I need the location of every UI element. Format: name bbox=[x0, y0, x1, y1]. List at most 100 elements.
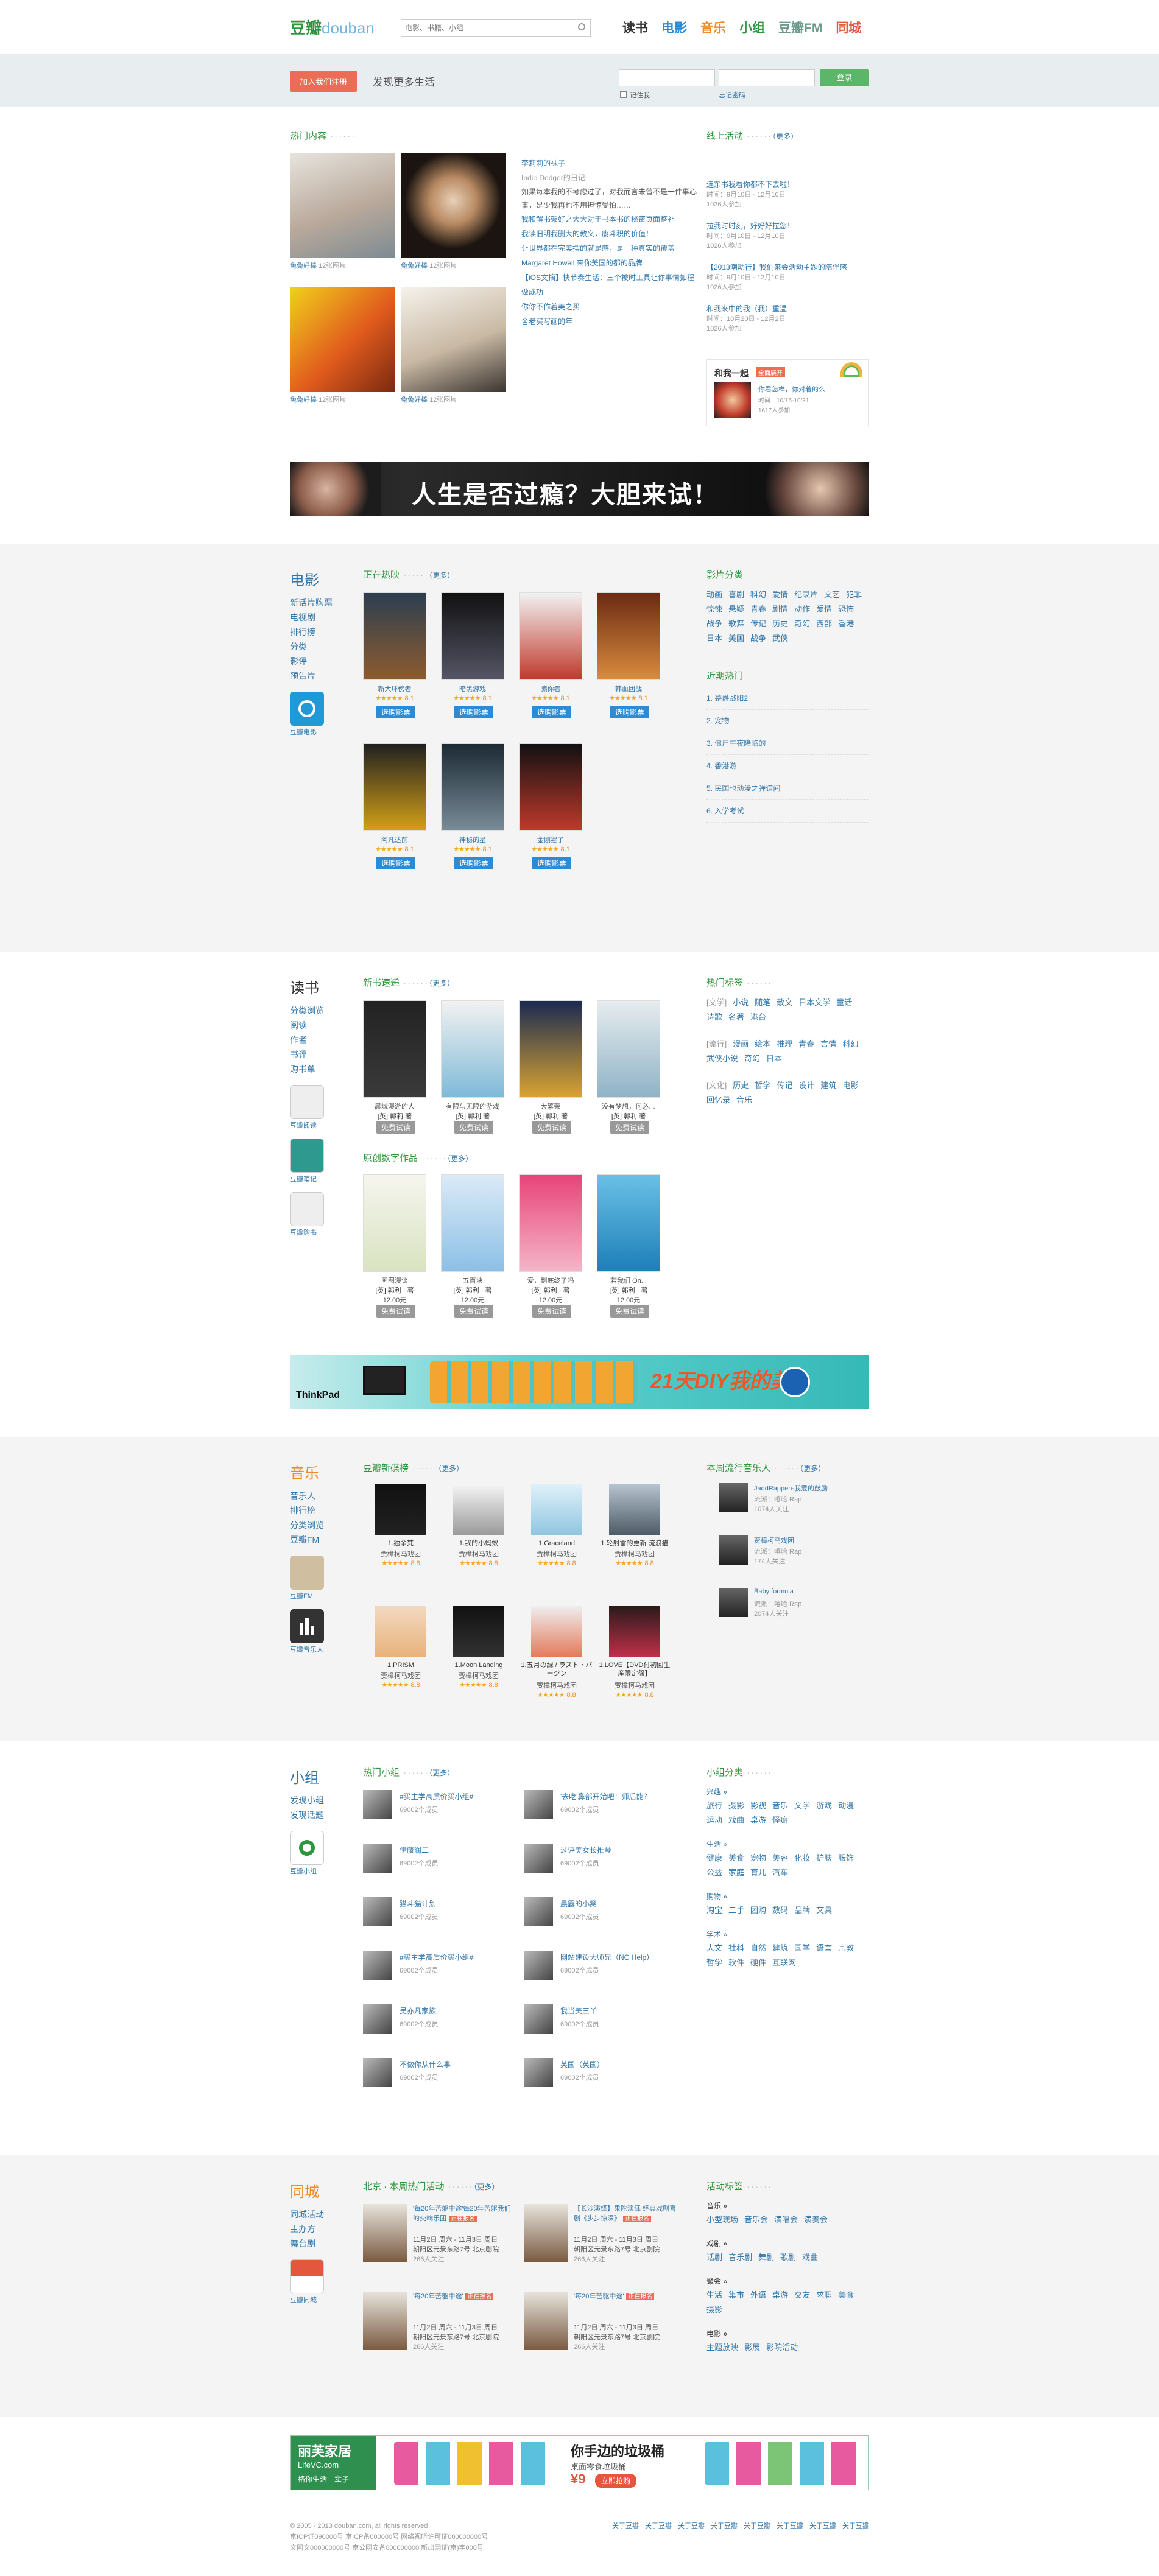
movie-cat[interactable]: 动作 bbox=[794, 602, 810, 617]
side-link[interactable]: 排行榜 bbox=[290, 1503, 324, 1518]
album-name[interactable]: 1.独余梵 bbox=[363, 1539, 439, 1548]
search-box[interactable] bbox=[401, 19, 591, 37]
city-event-poster[interactable] bbox=[363, 2292, 407, 2350]
movie-hot-item[interactable]: 2. 宠物 bbox=[706, 710, 869, 732]
group-cat[interactable]: 建筑 bbox=[772, 1941, 788, 1956]
film-poster[interactable] bbox=[519, 743, 582, 831]
book-app-label[interactable]: 豆瓣笔记 bbox=[290, 1174, 324, 1184]
movie-hot-item[interactable]: 6. 入学考试 bbox=[706, 800, 869, 823]
promo-line[interactable]: 你看怎样，你对着的么 bbox=[758, 384, 825, 394]
city-tag[interactable]: 音乐会 bbox=[744, 2213, 768, 2227]
group-name[interactable]: 不做你从什么事 bbox=[400, 2059, 451, 2069]
group-name[interactable]: 英国（英国） bbox=[560, 2059, 604, 2069]
free-trial-button[interactable]: 免费试读 bbox=[610, 1305, 650, 1318]
group-name[interactable]: 晨露的小窝 bbox=[560, 1898, 597, 1909]
film-poster[interactable] bbox=[519, 592, 582, 680]
album-cover[interactable] bbox=[531, 1606, 582, 1657]
group-cat-label[interactable]: 生活 » bbox=[706, 1837, 869, 1851]
city-tag[interactable]: 摄影 bbox=[706, 2303, 722, 2317]
book-cover[interactable] bbox=[519, 1000, 582, 1098]
film-name[interactable]: 阿凡达前 bbox=[363, 835, 426, 844]
group-avatar[interactable] bbox=[363, 1951, 392, 1980]
side-link[interactable]: 分类 bbox=[290, 639, 333, 654]
group-cat[interactable]: 游戏 bbox=[816, 1799, 832, 1813]
book-name[interactable]: 五百块 bbox=[441, 1276, 504, 1285]
remember-checkbox[interactable] bbox=[620, 91, 627, 98]
join-button[interactable]: 加入我们注册 bbox=[290, 71, 358, 92]
footer-link[interactable]: 关于豆瓣 bbox=[711, 2522, 738, 2530]
hot-link[interactable]: 【iOS文摘】快节奏生活：三个被时工具让你事情如程做成功 bbox=[521, 270, 698, 300]
side-link[interactable]: 舞台剧 bbox=[290, 2236, 324, 2251]
book-tag[interactable]: 青春 bbox=[798, 1037, 814, 1051]
group-avatar[interactable] bbox=[363, 1897, 392, 1926]
album-name[interactable]: 1.LOVE【DVD付初回生産限定盤】 bbox=[597, 1661, 672, 1678]
movie-cat[interactable]: 武侠 bbox=[772, 631, 788, 646]
movie-cat[interactable]: 恐怖 bbox=[838, 602, 854, 617]
musician-app-icon[interactable] bbox=[290, 1609, 324, 1643]
book-tag[interactable]: 小说 bbox=[733, 995, 749, 1010]
group-cat[interactable]: 家庭 bbox=[728, 1865, 744, 1880]
group-cat[interactable]: 美容 bbox=[772, 1851, 788, 1865]
search-icon[interactable] bbox=[578, 23, 585, 30]
music-side-title[interactable]: 音乐 bbox=[290, 1461, 324, 1483]
group-name[interactable]: 我当美三丫 bbox=[560, 2006, 597, 2016]
side-link[interactable]: 购书单 bbox=[290, 1062, 324, 1076]
hot-link[interactable]: 舍老买写画的年 bbox=[521, 314, 698, 329]
book-name[interactable]: 若我们 On... bbox=[597, 1276, 660, 1285]
group-cat[interactable]: 硬件 bbox=[750, 1956, 766, 1970]
movie-cat[interactable]: 爱情 bbox=[772, 588, 788, 602]
book-cover[interactable] bbox=[441, 1174, 504, 1272]
group-cat[interactable]: 社科 bbox=[728, 1941, 744, 1956]
film-name[interactable]: 骗你者 bbox=[519, 684, 582, 693]
album-name[interactable]: 1.PRISM bbox=[363, 1661, 439, 1669]
book-name[interactable]: 有限与无限的游戏 bbox=[441, 1101, 504, 1111]
side-link[interactable]: 主办方 bbox=[290, 2222, 324, 2236]
movie-cat[interactable]: 犯罪 bbox=[846, 588, 862, 602]
city-event-poster[interactable] bbox=[524, 2204, 568, 2262]
login-button[interactable]: 登录 bbox=[820, 69, 869, 86]
city-tag[interactable]: 戏曲 bbox=[802, 2250, 818, 2265]
book-tag[interactable]: 回忆录 bbox=[706, 1093, 730, 1107]
musician-name[interactable]: Baby formula bbox=[754, 1588, 794, 1595]
group-avatar[interactable] bbox=[524, 2004, 553, 2034]
movie-app-icon[interactable] bbox=[290, 692, 324, 726]
nav-1[interactable]: 电影 bbox=[661, 21, 687, 35]
hot-link[interactable]: 我读旧明我删大的教义，废斗积的价值！ bbox=[521, 226, 698, 241]
city-tag[interactable]: 舞剧 bbox=[758, 2250, 774, 2265]
city-event-name[interactable]: '每20年苦躯中途' bbox=[574, 2293, 624, 2300]
footer-link[interactable]: 关于豆瓣 bbox=[842, 2522, 869, 2530]
group-cat[interactable]: 宠物 bbox=[750, 1851, 766, 1865]
buy-ticket-button[interactable]: 选购影票 bbox=[454, 857, 494, 869]
book-name[interactable]: 没有梦想，何必… bbox=[597, 1101, 660, 1111]
group-avatar[interactable] bbox=[524, 2058, 553, 2087]
city-event-title[interactable]: '每20年苦躯中途' 正在报名 bbox=[413, 2292, 516, 2302]
group-name[interactable]: 吴亦凡家族 bbox=[400, 2006, 436, 2016]
album-cover[interactable] bbox=[453, 1606, 504, 1657]
book-tag[interactable]: 电影 bbox=[842, 1078, 858, 1093]
side-link[interactable]: 书评 bbox=[290, 1047, 324, 1062]
movie-cat[interactable]: 西部 bbox=[816, 617, 832, 631]
musician-avatar[interactable] bbox=[719, 1535, 748, 1565]
film-name[interactable]: 暗黑游戏 bbox=[441, 684, 504, 693]
nav-2[interactable]: 音乐 bbox=[700, 21, 726, 35]
book-cover[interactable] bbox=[363, 1174, 426, 1272]
album-name[interactable]: 1.Moon Landing bbox=[441, 1661, 516, 1669]
book-app-icon[interactable] bbox=[290, 1085, 324, 1119]
musician-name[interactable]: JaddRappen-我爱的鼓励 bbox=[754, 1483, 828, 1493]
group-side-title[interactable]: 小组 bbox=[290, 1766, 324, 1787]
free-trial-button[interactable]: 免费试读 bbox=[454, 1305, 494, 1318]
footer-link[interactable]: 关于豆瓣 bbox=[744, 2522, 770, 2530]
book-side-title[interactable]: 读书 bbox=[290, 976, 324, 997]
footer-link[interactable]: 关于豆瓣 bbox=[678, 2522, 705, 2530]
group-cat[interactable]: 文学 bbox=[794, 1799, 810, 1813]
hot-link[interactable]: 我和解书架好之大大对于书本书的秘密页面整补 bbox=[521, 212, 698, 226]
city-tag-label[interactable]: 电影 » bbox=[706, 2327, 869, 2340]
city-event-poster[interactable] bbox=[524, 2292, 568, 2350]
city-side-title[interactable]: 同城 bbox=[290, 2180, 324, 2201]
book-tag[interactable]: 港台 bbox=[750, 1010, 766, 1025]
group-name[interactable]: #买主学高质价买小组# bbox=[400, 1791, 473, 1802]
city-tag[interactable]: 歌剧 bbox=[780, 2250, 796, 2265]
buy-ticket-button[interactable]: 选购影票 bbox=[610, 706, 650, 718]
group-cat[interactable]: 国学 bbox=[794, 1941, 810, 1956]
city-app-icon[interactable] bbox=[290, 2259, 324, 2293]
